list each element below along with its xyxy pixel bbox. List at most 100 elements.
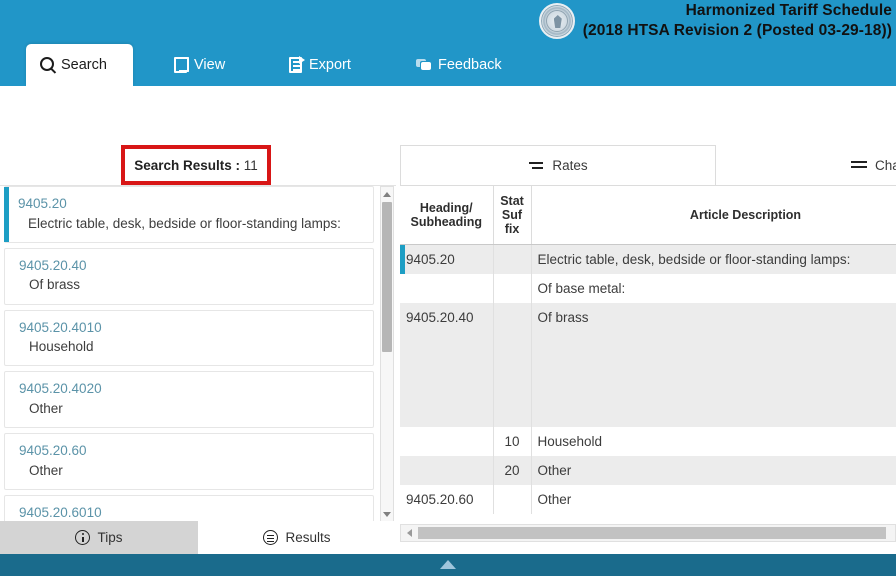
table-row[interactable]: Of base metal: [400, 274, 896, 303]
cell-description: Household [531, 427, 896, 456]
cell-suffix: 20 [493, 456, 531, 485]
cell-suffix: 10 [493, 427, 531, 456]
tab-rates[interactable]: Rates [400, 145, 716, 185]
cell-suffix [493, 274, 531, 303]
chevron-up-icon[interactable] [381, 187, 393, 201]
cell-heading [400, 427, 493, 456]
results-list-panel: 9405.20 Electric table, desk, bedside or… [0, 185, 396, 521]
list-item[interactable]: 9405.20.4020 Other [4, 371, 374, 428]
tab-feedback[interactable]: Feedback [402, 44, 516, 86]
cell-heading: 9405.20.60 [400, 485, 493, 514]
tab-view[interactable]: View [160, 44, 239, 86]
cell-heading: 9405.20.40 [400, 303, 493, 427]
list-item-description: Other [19, 399, 365, 419]
brand-block: Harmonized Tariff Schedule (2018 HTSA Re… [539, 1, 892, 41]
col-heading-line1: Heading/ [404, 201, 489, 215]
list-item[interactable]: 9405.20.60 Other [4, 433, 374, 490]
row-selected-indicator [400, 245, 405, 274]
tab-chapters[interactable]: Chapt [826, 145, 896, 185]
col-article-description: Article Description [531, 186, 896, 245]
table-header-row: Heading/ Subheading Stat Suf fix Article… [400, 186, 896, 245]
col-suffix-line2: Suf [498, 208, 527, 222]
cell-heading [400, 274, 493, 303]
results-list: 9405.20 Electric table, desk, bedside or… [0, 186, 378, 522]
cell-heading-text: 9405.20 [406, 252, 455, 267]
list-item-code: 9405.20.4020 [19, 379, 365, 399]
tab-search-label: Search [61, 57, 107, 73]
tab-feedback-label: Feedback [438, 57, 502, 73]
list-item-code: 9405.20.60 [19, 441, 365, 461]
tab-results-label: Results [285, 530, 330, 545]
list-item-code: 9405.20.4010 [19, 318, 365, 338]
export-icon [289, 57, 302, 73]
list-item-code: 9405.20.40 [19, 256, 365, 276]
col-suffix-line3: fix [498, 222, 527, 236]
search-results-text: Search Results : 11 [134, 158, 258, 173]
brand-title: Harmonized Tariff Schedule (2018 HTSA Re… [583, 1, 892, 41]
rates-panel: Rates Chapt Heading/ Subheading [396, 145, 896, 554]
col-suffix-line1: Stat [498, 194, 527, 208]
cell-heading: 9405.20 [400, 245, 493, 275]
seal-icon [539, 3, 575, 39]
table-row[interactable]: 20 Other [400, 456, 896, 485]
list-item-code: 9405.20.6010 [19, 503, 365, 522]
document-icon [174, 57, 187, 73]
cell-suffix [493, 245, 531, 275]
list-item-description: Household [19, 337, 365, 357]
table-row[interactable]: 9405.20.60 Other [400, 485, 896, 514]
search-results-label: Search Results : [134, 158, 244, 173]
tab-rates-label: Rates [552, 158, 587, 173]
list-item[interactable]: 9405.20.40 Of brass [4, 248, 374, 305]
cell-description: Other [531, 456, 896, 485]
cell-description: Other [531, 485, 896, 514]
table-row[interactable]: 10 Household [400, 427, 896, 456]
tab-results[interactable]: Results [198, 521, 396, 554]
list-item-description: Other [19, 461, 365, 481]
chat-icon [416, 59, 431, 72]
table-row[interactable]: 9405.20.40 Of brass [400, 303, 896, 427]
tab-export[interactable]: Export [275, 44, 365, 86]
app-header: Harmonized Tariff Schedule (2018 HTSA Re… [0, 0, 896, 86]
scrollbar-thumb[interactable] [382, 202, 392, 352]
tab-export-label: Export [309, 57, 351, 73]
list-item[interactable]: 9405.20.6010 Household [4, 495, 374, 522]
cell-description: Electric table, desk, bedside or floor-s… [531, 245, 896, 275]
rates-table-hscrollbar[interactable] [400, 524, 896, 542]
cell-heading [400, 456, 493, 485]
rates-table: Heading/ Subheading Stat Suf fix Article… [400, 186, 896, 514]
search-results-header: Search Results : 11 [121, 145, 271, 185]
cell-suffix [493, 303, 531, 427]
results-list-scrollbar[interactable] [380, 186, 394, 522]
main-tabbar: Search View Export Feedback [0, 44, 896, 86]
rates-table-scroll: Heading/ Subheading Stat Suf fix Article… [400, 185, 896, 515]
app-title-line1: Harmonized Tariff Schedule [583, 1, 892, 21]
rates-tabbar: Rates Chapt [396, 145, 896, 185]
cell-description: Of brass [531, 303, 896, 427]
tab-search[interactable]: Search [26, 44, 133, 86]
app-footer [0, 554, 896, 576]
triangle-up-icon[interactable] [440, 560, 456, 569]
col-stat-suffix: Stat Suf fix [493, 186, 531, 245]
tab-chapters-label: Chapt [875, 158, 896, 173]
cell-description: Of base metal: [531, 274, 896, 303]
tab-view-label: View [194, 57, 225, 73]
left-bottom-tabbar: Tips Results [0, 521, 396, 554]
search-results-count: 11 [244, 158, 258, 173]
list-item[interactable]: 9405.20.4010 Household [4, 310, 374, 367]
chevron-left-icon[interactable] [402, 526, 416, 540]
table-row[interactable]: 9405.20 Electric table, desk, bedside or… [400, 245, 896, 275]
list-item-code: 9405.20 [18, 194, 365, 214]
hscrollbar-thumb[interactable] [418, 527, 886, 539]
col-heading-line2: Subheading [404, 215, 489, 229]
cell-suffix [493, 485, 531, 514]
content-spacer [0, 86, 896, 145]
list-icon [263, 530, 278, 545]
lines-icon [851, 159, 867, 171]
tab-tips[interactable]: Tips [0, 521, 198, 554]
search-icon [40, 57, 54, 71]
list-item-description: Of brass [19, 275, 365, 295]
app-title-line2: (2018 HTSA Revision 2 (Posted 03-29-18)) [583, 21, 892, 41]
col-heading-subheading: Heading/ Subheading [400, 186, 493, 245]
chevron-down-icon[interactable] [381, 507, 393, 521]
list-item[interactable]: 9405.20 Electric table, desk, bedside or… [4, 186, 374, 243]
